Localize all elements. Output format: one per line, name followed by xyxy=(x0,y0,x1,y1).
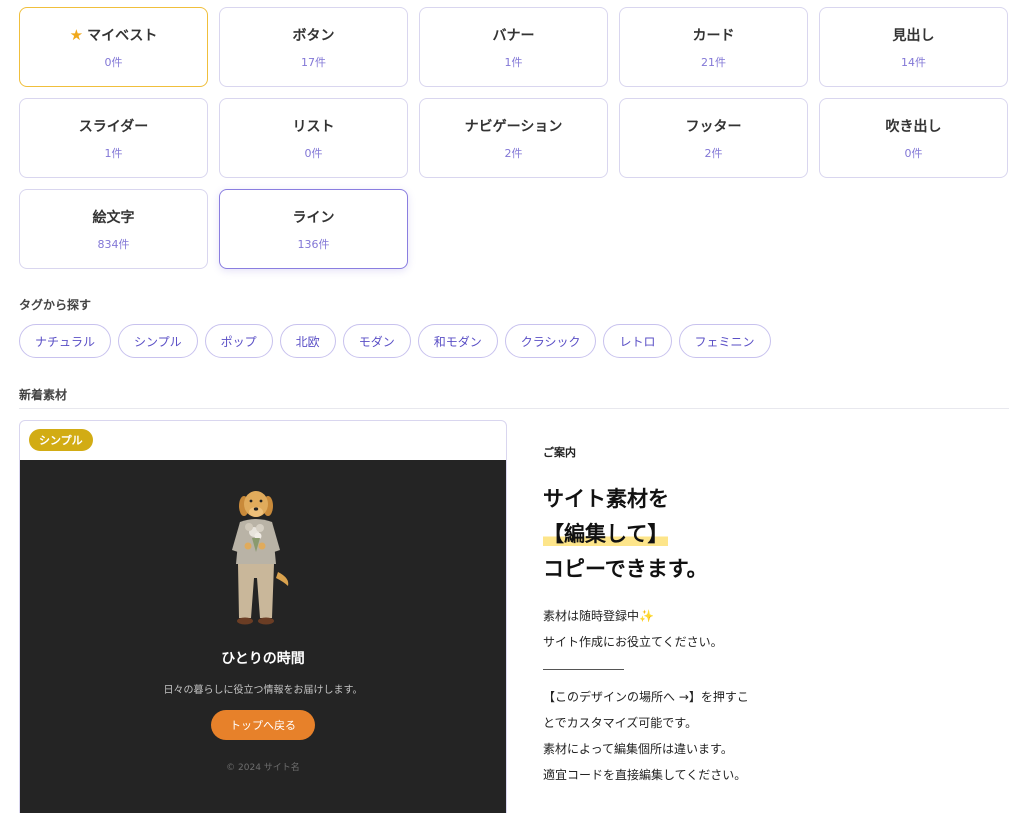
new-items-section-title: 新着素材 xyxy=(19,388,68,402)
info-headline: サイト素材を 【編集して】 コピーできます。 xyxy=(543,482,773,587)
star-icon: ★ xyxy=(69,25,84,44)
category-count: 14件 xyxy=(901,55,926,69)
category-card-slider[interactable]: スライダー 1件 xyxy=(19,98,208,178)
tag-pop[interactable]: ポップ xyxy=(204,324,273,358)
copyright-text: © 2024 サイト名 xyxy=(226,763,300,773)
tag-simple[interactable]: シンプル xyxy=(118,324,198,358)
headline-line: サイト素材を xyxy=(543,487,669,511)
info-panel: ご案内 サイト素材を 【編集して】 コピーできます。 素材は随時登録中✨ サイト… xyxy=(543,444,773,788)
category-name: マイベスト xyxy=(87,27,158,44)
tag-modern[interactable]: モダン xyxy=(342,324,411,358)
tag-feminine[interactable]: フェミニン xyxy=(678,324,771,358)
dog-illustration xyxy=(232,491,289,625)
category-name: ライン xyxy=(292,209,335,226)
category-name: 吹き出し xyxy=(885,118,942,135)
info-text-line: サイト作成にお役立てください。 xyxy=(543,635,723,649)
category-card-card[interactable]: カード 21件 xyxy=(619,7,808,87)
info-divider xyxy=(543,669,624,670)
category-card-button[interactable]: ボタン 17件 xyxy=(219,7,408,87)
tags-section-title: タグから探す xyxy=(19,298,92,312)
category-count: 136件 xyxy=(297,237,330,251)
category-name: カード xyxy=(692,27,735,44)
style-badge: シンプル xyxy=(29,429,93,451)
category-card-footer[interactable]: フッター 2件 xyxy=(619,98,808,178)
category-card-emoji[interactable]: 絵文字 834件 xyxy=(19,189,208,269)
category-card-mybest[interactable]: ★ マイベスト 0件 xyxy=(19,7,208,87)
info-text-line: 適宜コードを直接編集してください。 xyxy=(543,768,747,782)
info-text-line: とでカスタマイズ可能です。 xyxy=(543,716,698,730)
tag-classic[interactable]: クラシック xyxy=(504,324,597,358)
category-name: スライダー xyxy=(78,118,149,135)
info-text-line: 素材によって編集個所は違います。 xyxy=(543,742,733,756)
info-text-line: 素材は随時登録中✨ xyxy=(543,609,654,623)
category-card-line[interactable]: ライン 136件 xyxy=(219,189,408,269)
info-text-block: 素材は随時登録中✨ サイト作成にお役立てください。 xyxy=(543,603,773,655)
preview-footer-design: ひとりの時間 日々の暮らしに役立つ情報をお届けします。 トップへ戻る © 202… xyxy=(20,460,506,813)
category-count: 17件 xyxy=(301,55,326,69)
preview-description: 日々の暮らしに役立つ情報をお届けします。 xyxy=(163,685,363,696)
category-card-list[interactable]: リスト 0件 xyxy=(219,98,408,178)
category-name: ボタン xyxy=(292,27,335,44)
category-name: 見出し xyxy=(892,27,935,44)
category-name: バナー xyxy=(492,27,535,44)
category-name: リスト xyxy=(292,118,335,135)
category-count: 1件 xyxy=(104,146,123,160)
tag-nordic[interactable]: 北欧 xyxy=(279,324,336,358)
category-count: 2件 xyxy=(504,146,523,160)
category-name: ナビゲーション xyxy=(464,118,563,135)
back-to-top-button[interactable]: トップへ戻る xyxy=(211,710,315,740)
preview-card[interactable]: シンプル ひとりの時間 日々の暮らしに役立つ情報をお届けします。 トップへ戻る … xyxy=(19,420,507,813)
category-count: 0件 xyxy=(304,146,323,160)
category-count: 0件 xyxy=(904,146,923,160)
info-text-block: 【このデザインの場所へ →】を押すこ とでカスタマイズ可能です。 素材によって編… xyxy=(543,684,773,788)
category-count: 1件 xyxy=(504,55,523,69)
headline-line: コピーできます。 xyxy=(543,557,708,581)
section-divider xyxy=(19,408,1009,409)
tag-natural[interactable]: ナチュラル xyxy=(19,324,112,358)
category-card-banner[interactable]: バナー 1件 xyxy=(419,7,608,87)
tag-retro[interactable]: レトロ xyxy=(603,324,672,358)
category-count: 21件 xyxy=(701,55,726,69)
category-count: 834件 xyxy=(97,237,130,251)
category-count: 0件 xyxy=(104,55,123,69)
category-count: 2件 xyxy=(704,146,723,160)
info-label: ご案内 xyxy=(543,446,576,459)
category-name: フッター xyxy=(685,118,742,135)
category-card-speech-bubble[interactable]: 吹き出し 0件 xyxy=(819,98,1008,178)
headline-highlight: 【編集して】 xyxy=(543,522,669,546)
tag-list: ナチュラル シンプル ポップ 北欧 モダン 和モダン クラシック レトロ フェミ… xyxy=(19,324,771,358)
category-card-navigation[interactable]: ナビゲーション 2件 xyxy=(419,98,608,178)
tag-japanese-modern[interactable]: 和モダン xyxy=(417,324,498,358)
preview-title: ひとりの時間 xyxy=(221,651,305,667)
category-grid: ★ マイベスト 0件 ボタン 17件 バナー 1件 カード 21件 見出し 14… xyxy=(19,7,1009,269)
category-name: 絵文字 xyxy=(92,209,135,226)
category-card-heading[interactable]: 見出し 14件 xyxy=(819,7,1008,87)
info-text-line: 【このデザインの場所へ →】を押すこ xyxy=(543,690,749,704)
